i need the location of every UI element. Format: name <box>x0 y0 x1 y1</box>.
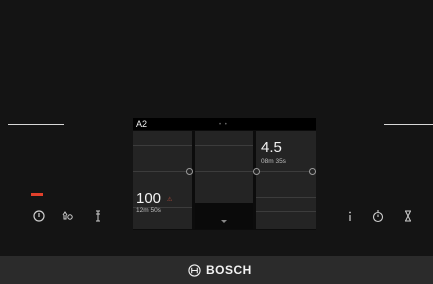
level-line <box>133 171 192 172</box>
right-zone-slider[interactable]: 4.5 08m 35s <box>253 131 316 229</box>
left-zone-level: 100 <box>136 190 162 207</box>
right-zone-level: 4.5 <box>261 139 282 156</box>
childlock-button[interactable] <box>60 209 74 223</box>
power-button[interactable] <box>32 209 46 223</box>
left-zone-slider[interactable]: 100 ⚠ 12m 50s <box>133 131 193 229</box>
left-zone-time: 12m 50s <box>136 207 161 214</box>
level-line <box>133 145 192 146</box>
right-zone-line <box>384 124 433 125</box>
level-line <box>256 171 316 172</box>
header-dots: • • <box>219 122 228 128</box>
childlock-icon <box>62 211 73 220</box>
display-header: A2 • • <box>133 118 316 130</box>
info-button[interactable] <box>343 209 357 223</box>
glass-surface: A2 • • 100 ⚠ 12m 50s 4.5 08m 35s <box>0 0 433 256</box>
active-zone-indicator <box>31 193 43 196</box>
slider-handle-right[interactable] <box>309 168 316 175</box>
hourglass-icon <box>405 210 411 222</box>
clock-timer-icon <box>372 210 384 223</box>
brand-name: BOSCH <box>206 263 252 277</box>
level-line <box>195 171 253 172</box>
brand: BOSCH <box>188 263 252 277</box>
center-display: A2 • • 100 ⚠ 12m 50s 4.5 08m 35s <box>133 118 316 230</box>
timer-button[interactable] <box>371 209 385 223</box>
power-icon <box>33 210 45 222</box>
middle-bottom-area <box>195 203 253 229</box>
zone-label: A2 <box>136 119 148 129</box>
middle-zone-slider[interactable] <box>195 131 253 229</box>
slider-handle-left[interactable] <box>253 168 260 175</box>
hourglass-button[interactable] <box>401 209 415 223</box>
key-button[interactable] <box>91 209 105 223</box>
key-icon <box>96 210 100 222</box>
slider-handle[interactable] <box>186 168 193 175</box>
heat-indicator-icon: ⚠ <box>167 197 173 203</box>
brand-bar: BOSCH <box>0 256 433 284</box>
right-zone-time: 08m 35s <box>261 158 286 165</box>
info-icon <box>349 211 351 221</box>
bosch-logo-icon <box>188 263 201 277</box>
level-line <box>256 197 316 198</box>
level-line <box>256 211 316 212</box>
cooktop-panel: A2 • • 100 ⚠ 12m 50s 4.5 08m 35s BOSCH <box>0 0 433 284</box>
level-line <box>195 145 253 146</box>
down-arrow-icon <box>221 220 227 223</box>
left-zone-line <box>8 124 64 125</box>
